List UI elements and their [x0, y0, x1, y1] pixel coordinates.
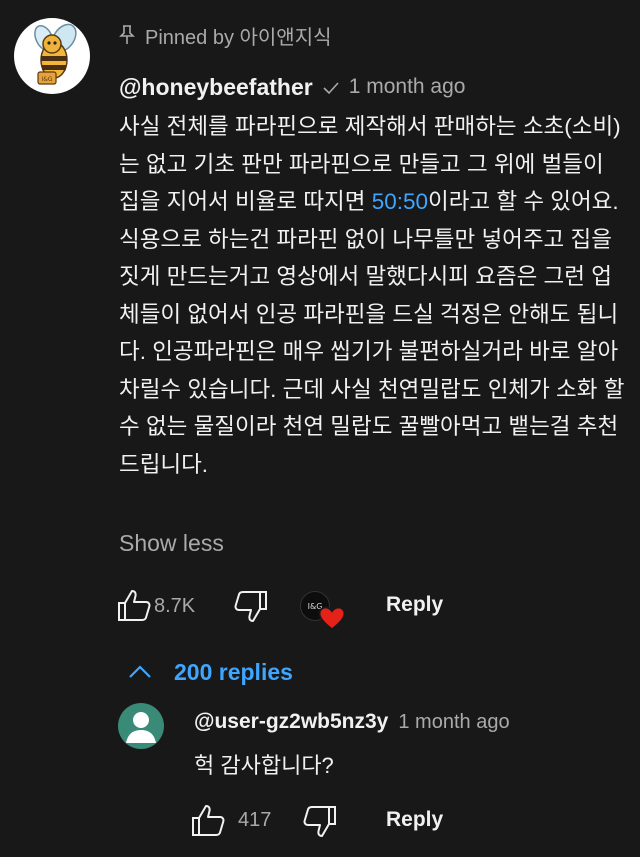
- verified-check-icon: [323, 74, 339, 101]
- thumbs-up-icon: [192, 805, 225, 836]
- bee-icon: I&G: [34, 23, 77, 85]
- reply-reply-button[interactable]: Reply: [386, 808, 443, 832]
- reply-author-avatar[interactable]: [118, 703, 164, 749]
- heart-icon: [318, 606, 346, 631]
- like-button[interactable]: [116, 588, 152, 627]
- show-less-button[interactable]: Show less: [119, 530, 224, 557]
- comment-header: @honeybeefather 1 month ago: [119, 70, 465, 104]
- comment-time[interactable]: 1 month ago: [349, 75, 466, 99]
- default-user-icon: [126, 712, 156, 743]
- reply-author[interactable]: @user-gz2wb5nz3y: [194, 710, 388, 734]
- thumbs-up-icon: [118, 590, 151, 621]
- thumbs-down-icon: [234, 591, 267, 622]
- creator-heart-badge: I&G: [300, 591, 346, 631]
- pinned-text: Pinned by 아이앤지식: [145, 26, 332, 49]
- svg-text:I&G: I&G: [41, 76, 52, 83]
- like-count: 8.7K: [154, 595, 196, 617]
- replies-toggle[interactable]: 200 replies: [128, 654, 293, 690]
- pin-icon: [119, 25, 135, 44]
- comment-text-part2: 이라고 할 수 있어요. 식용으로 하는건 파라핀 없이 나무틀만 넣어주고 집…: [119, 189, 631, 477]
- reply-header: @user-gz2wb5nz3y 1 month ago: [194, 706, 510, 738]
- replies-count: 200 replies: [174, 658, 293, 685]
- thumbs-down-icon: [303, 806, 336, 837]
- chevron-up-icon: [129, 665, 151, 678]
- pinned-label: Pinned by 아이앤지식: [119, 22, 332, 49]
- timestamp-link[interactable]: 50:50: [372, 189, 428, 214]
- reply-like-count: 417: [238, 809, 272, 831]
- reply-body: 헉 감사합니다?: [194, 753, 334, 778]
- reply-dislike-button[interactable]: [302, 805, 338, 844]
- dislike-button[interactable]: [233, 590, 269, 629]
- reply-like-button[interactable]: [190, 803, 226, 842]
- reply-button[interactable]: Reply: [386, 593, 443, 617]
- comment-body: 사실 전체를 파라핀으로 제작해서 판매하는 소초(소비)는 없고 기초 판만 …: [119, 108, 629, 483]
- comment-author[interactable]: @honeybeefather: [119, 74, 313, 101]
- reply-time[interactable]: 1 month ago: [398, 711, 509, 734]
- author-avatar[interactable]: I&G: [14, 18, 90, 94]
